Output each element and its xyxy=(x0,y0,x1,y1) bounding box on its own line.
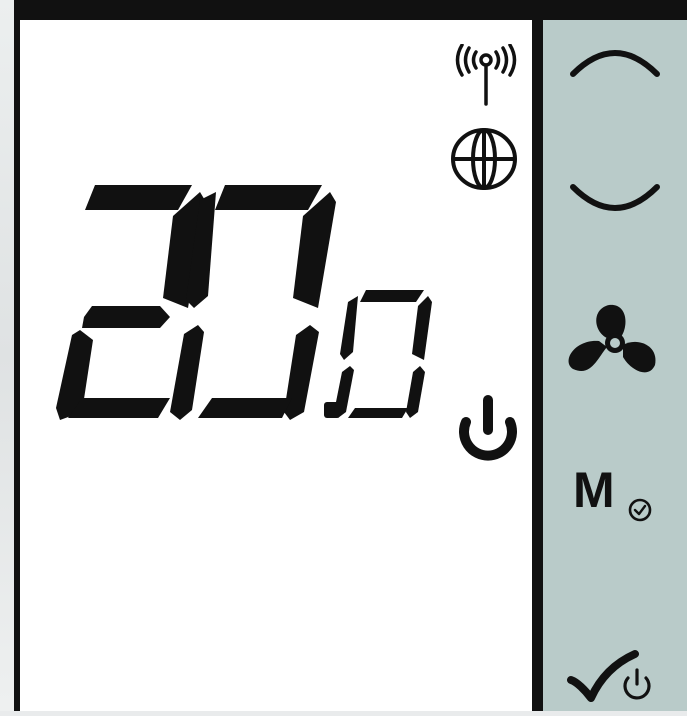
fan-speed-button[interactable] xyxy=(543,295,687,385)
check-power-icon xyxy=(567,650,651,702)
decimal-digit-segment-top xyxy=(360,290,424,302)
chevron-down-icon xyxy=(570,184,660,211)
temperature-down-button[interactable] xyxy=(543,165,687,235)
control-panel: M xyxy=(543,20,687,711)
decimal-digit-segment-lower-right xyxy=(406,366,425,418)
mode-schedule-button[interactable]: M xyxy=(543,465,687,535)
decimal-digit-segment-upper-left xyxy=(340,296,358,360)
globe-icon xyxy=(451,128,517,190)
decimal-digit-segment-upper-right xyxy=(412,296,432,360)
background-surface xyxy=(0,0,14,711)
digit-0-segment-top xyxy=(215,185,322,210)
digit-2-segment-middle xyxy=(82,306,170,328)
chevron-up-icon xyxy=(570,50,660,77)
segment-digits xyxy=(56,185,432,420)
lcd-screen xyxy=(20,20,532,711)
decimal-digit-segment-lower-left xyxy=(334,366,354,418)
digit-0-segment-lower-left xyxy=(170,325,204,420)
digit-0-segment-lower-right xyxy=(284,325,319,420)
decimal-digit-segment-bottom xyxy=(348,408,408,418)
digit-0-segment-bottom xyxy=(198,398,292,418)
clock-icon xyxy=(628,498,652,522)
temperature-display xyxy=(56,185,432,420)
mode-label: M xyxy=(573,462,615,518)
digit-2-segment-top xyxy=(85,185,192,210)
power-icon xyxy=(459,395,517,461)
digit-2-segment-bottom xyxy=(68,398,170,418)
temperature-up-button[interactable] xyxy=(543,30,687,100)
wireless-signal-icon xyxy=(455,44,517,106)
confirm-power-button[interactable] xyxy=(543,642,687,711)
thermostat-device: M xyxy=(0,0,687,711)
fan-icon xyxy=(568,304,656,373)
